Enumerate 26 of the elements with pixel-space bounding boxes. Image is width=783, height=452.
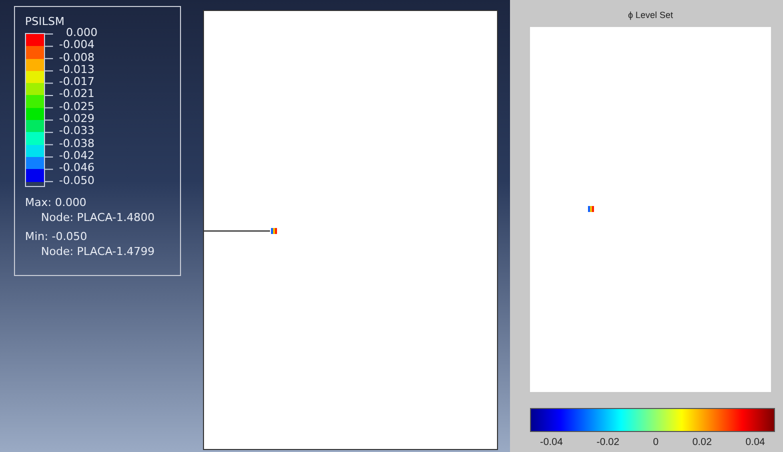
crack-tip-marker — [271, 228, 277, 234]
legend-label: -0.004 — [59, 39, 96, 52]
min-value: Min: -0.050 — [25, 228, 88, 244]
colorbar-tick-label: 0 — [653, 436, 659, 450]
legend-label: -0.029 — [59, 113, 96, 126]
legend-title: PSILSM — [25, 15, 66, 29]
colorbar-tick-label: 0.04 — [746, 436, 765, 450]
legend-label: 0.000 — [65, 27, 98, 40]
colorbar-tick-label: -0.04 — [540, 436, 563, 450]
legend-label: -0.021 — [59, 88, 96, 101]
colorbar-tick-label: -0.02 — [596, 436, 620, 450]
legend-label: -0.050 — [59, 174, 96, 187]
max-node-label: Node: PLACA-1.4800 — [40, 210, 156, 225]
legend-label: -0.042 — [59, 150, 96, 162]
max-value: Max: 0.000 — [25, 194, 88, 210]
level-set-marker — [588, 206, 594, 212]
min-node-label: Node: PLACA-1.4799 — [40, 244, 156, 259]
legend-label: -0.013 — [59, 64, 96, 76]
legend-label: -0.033 — [59, 125, 96, 138]
legend-label: -0.038 — [59, 138, 96, 150]
legend-label: -0.017 — [59, 76, 96, 88]
legend-label: -0.025 — [59, 100, 96, 114]
legend-label: -0.008 — [59, 52, 96, 64]
colorbar-tick-label: 0.02 — [692, 436, 712, 450]
legend-label: -0.046 — [59, 162, 96, 175]
plot-title: ϕ Level Set — [626, 9, 674, 21]
